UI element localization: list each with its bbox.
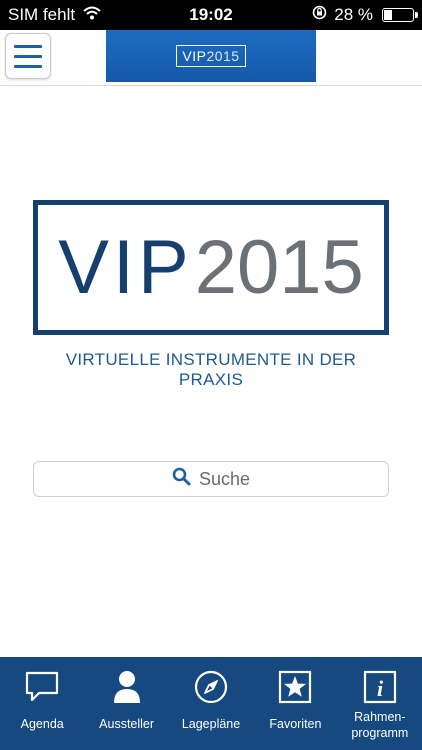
status-bar: SIM fehlt 19:02 28 %	[0, 0, 422, 30]
tab-bar: Agenda Aussteller Lagepläne Favoriten i …	[0, 657, 422, 750]
speech-bubble-icon	[24, 669, 60, 705]
banner-year: 2015	[206, 48, 240, 64]
tab-rahmenprogramm[interactable]: i Rahmen- programm	[338, 657, 422, 750]
logo-vip-text: VIP	[58, 224, 193, 310]
tab-label: Aussteller	[99, 717, 155, 731]
logo-tagline: VIRTUELLE INSTRUMENTE IN DER PRAXIS	[65, 350, 357, 389]
tab-agenda[interactable]: Agenda	[0, 657, 84, 750]
banner-logo: VIP 2015	[176, 45, 246, 67]
info-icon: i	[362, 669, 398, 705]
tab-label: Rahmen- programm	[351, 710, 409, 740]
tab-label: Favoriten	[269, 717, 322, 731]
banner-vip: VIP	[182, 48, 207, 64]
battery-percent: 28 %	[334, 5, 373, 24]
compass-icon	[193, 669, 229, 705]
tab-label: Lagepläne	[181, 717, 241, 731]
search-input[interactable]: Suche	[33, 461, 389, 497]
tab-favoriten[interactable]: Favoriten	[253, 657, 337, 750]
search-icon	[172, 467, 191, 491]
svg-text:i: i	[377, 676, 384, 701]
vip-logo: VIP 2015	[33, 200, 389, 335]
logo-year-text: 2015	[194, 224, 364, 310]
tab-aussteller[interactable]: Aussteller	[84, 657, 168, 750]
menu-button[interactable]	[5, 33, 51, 79]
tab-lageplaene[interactable]: Lagepläne	[169, 657, 253, 750]
person-icon	[109, 669, 145, 705]
hamburger-icon	[14, 44, 42, 48]
rotation-lock-icon	[312, 5, 327, 25]
header-banner: VIP 2015	[106, 30, 316, 82]
tab-label: Agenda	[20, 717, 64, 731]
app-header: VIP 2015	[0, 30, 422, 86]
search-placeholder: Suche	[198, 468, 251, 489]
star-icon	[277, 669, 313, 705]
battery-icon	[382, 8, 418, 22]
